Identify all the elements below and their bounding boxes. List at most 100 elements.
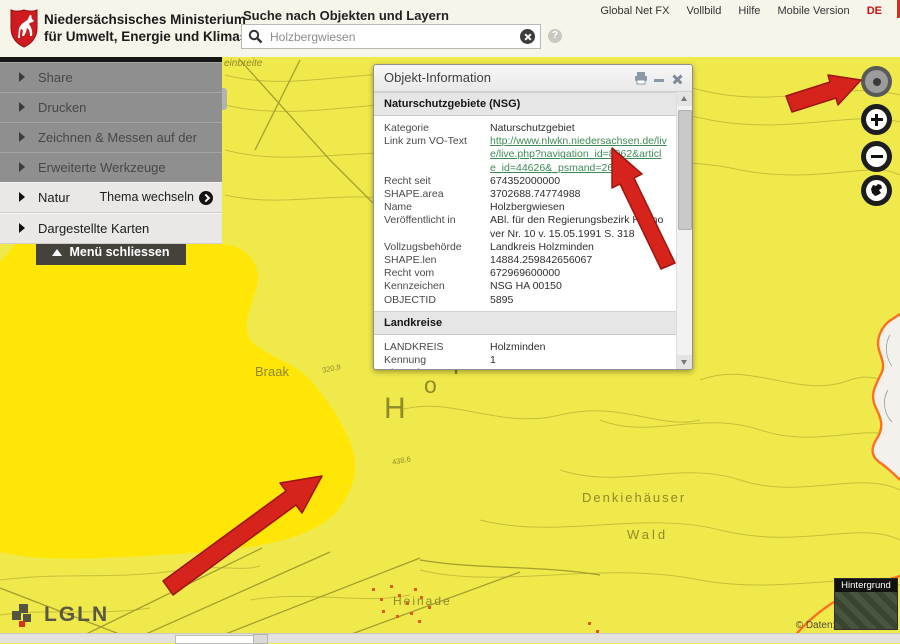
row-value: Landkreis Holzminden [490,241,667,254]
info-row: Shape.len 198054.4141150476 [384,367,667,369]
triangle-up-icon [52,249,62,256]
map-label-braak: Braak [255,364,289,379]
row-value: 14884.259842656067 [490,254,667,267]
section-title-landkreise: Landkreise [374,311,677,335]
row-value: Naturschutzgebiet [490,122,667,135]
row-value: 1 [490,354,667,367]
nav-link-mobile[interactable]: Mobile Version [778,5,850,17]
row-value: 674352000000 [490,175,667,188]
sidebar-collapse-handle[interactable] [222,88,227,110]
info-row: Recht vom 672969600000 [384,267,667,280]
sidebar: Share Drucken Zeichnen & Messen auf der … [0,57,222,244]
lgln-logo-text: LGLN [44,603,109,627]
vo-text-link[interactable]: http://www.nlwkn.niedersachsen.de/live/l… [490,135,667,175]
info-row: Kategorie Naturschutzgebiet [384,122,667,135]
row-label: SHAPE.len [384,254,490,267]
row-label: LANDKREIS [384,341,490,354]
clear-search-icon[interactable] [520,29,535,44]
language-badge[interactable]: DE [867,5,882,17]
row-label: Kennung [384,354,490,367]
locate-button[interactable] [861,66,892,97]
background-label: Hintergrund [835,579,897,592]
popup-body: Naturschutzgebiete (NSG) Kategorie Natur… [374,92,677,369]
search-input[interactable] [268,26,512,47]
nsg-rows: Kategorie Naturschutzgebiet Link zum VO-… [374,116,677,311]
caret-right-icon [19,192,25,202]
row-label: Veröffentlicht in [384,214,490,240]
scrollbar-thumb[interactable] [678,110,692,230]
row-label: SHAPE.area [384,188,490,201]
info-row: LANDKREIS Holzminden [384,341,667,354]
map-label-hol-o: o [424,372,437,399]
row-label: Shape.len [384,367,490,369]
row-value: 198054.4141150476 [490,367,667,369]
info-row: OBJECTID 5895 [384,294,667,307]
search-icon [248,29,263,44]
sidebar-item-label: Erweiterte Werkzeuge [38,160,166,175]
sidebar-item-erweiterte-werkzeuge[interactable]: Erweiterte Werkzeuge [0,152,222,182]
nav-link-globalnetfx[interactable]: Global Net FX [600,5,669,17]
row-label: Vollzugsbehörde [384,241,490,254]
landkreise-rows: LANDKREIS Holzminden Kennung 1 Shape.len… [374,335,677,369]
nav-link-hilfe[interactable]: Hilfe [738,5,760,17]
row-value: NSG HA 00150 [490,280,667,293]
full-extent-button[interactable] [861,175,892,206]
nav-link-vollbild[interactable]: Vollbild [687,5,722,17]
info-row: Kennzeichen NSG HA 00150 [384,280,667,293]
minus-icon [866,146,887,167]
info-row: Recht seit 674352000000 [384,175,667,188]
chevron-circle-icon[interactable] [199,191,213,205]
row-value: ABl. für den Regierungsbezirk Hannover N… [490,214,667,240]
row-value: 3702688.74774988 [490,188,667,201]
sidebar-item-share[interactable]: Share [0,62,222,92]
lgln-logo: LGLN [10,601,109,629]
row-label: Name [384,201,490,214]
row-label: Recht vom [384,267,490,280]
sidebar-item-drucken[interactable]: Drucken [0,92,222,122]
caret-right-icon [19,162,25,172]
sidebar-item-dargestellte-karten[interactable]: Dargestellte Karten [0,213,222,244]
sidebar-item-label: Dargestellte Karten [38,221,149,236]
menu-close-label: Menü schliessen [69,245,169,259]
thema-wechseln-link[interactable]: Thema wechseln [100,183,195,212]
lgln-logo-icon [10,601,38,629]
row-label: Kennzeichen [384,280,490,293]
sidebar-item-natur[interactable]: Natur Thema wechseln [0,182,222,213]
print-icon[interactable] [634,72,648,85]
plus-icon [866,109,887,130]
map-label-hol-h: H [384,392,406,426]
zoom-in-button[interactable] [861,104,892,135]
search-label: Suche nach Objekten und Layern [243,8,449,23]
bottom-scroll-square[interactable] [253,634,268,644]
info-row: Link zum VO-Text http://www.nlwkn.nieder… [384,135,667,175]
bottom-scroll-box[interactable] [175,635,255,644]
caret-right-icon [19,72,25,82]
row-value: 5895 [490,294,667,307]
info-row: Veröffentlicht in ABl. für den Regierung… [384,214,667,240]
help-icon[interactable]: ? [548,29,562,43]
info-row: SHAPE.area 3702688.74774988 [384,188,667,201]
info-row: Kennung 1 [384,354,667,367]
zoom-out-button[interactable] [861,141,892,172]
close-icon[interactable] [672,73,683,84]
row-label: Link zum VO-Text [384,135,490,175]
scroll-down-icon[interactable] [677,355,692,369]
row-value: Holzminden [490,341,667,354]
app-header: Niedersächsisches Ministerium für Umwelt… [0,0,900,57]
sidebar-item-zeichnen-messen[interactable]: Zeichnen & Messen auf der Karte [0,122,222,152]
section-title-nsg: Naturschutzgebiete (NSG) [374,92,677,116]
scroll-up-icon[interactable] [677,92,692,106]
popup-scrollbar[interactable] [676,92,692,369]
caret-right-icon [19,223,25,233]
map-label-einbreite: einbreite [224,58,262,69]
map-label-heinade: Heinade [393,594,452,608]
lower-saxony-crest-icon [9,8,39,48]
popup-titlebar[interactable]: Objekt-Information [374,65,692,92]
sidebar-item-label: Natur [38,190,70,205]
minimize-icon[interactable] [654,79,664,82]
info-row: SHAPE.len 14884.259842656067 [384,254,667,267]
caret-right-icon [19,132,25,142]
row-value: Holzbergwiesen [490,201,667,214]
object-information-popup: Objekt-Information Naturschutzgebiete (N… [373,64,693,370]
background-map-thumbnail[interactable]: Hintergrund [834,578,898,630]
